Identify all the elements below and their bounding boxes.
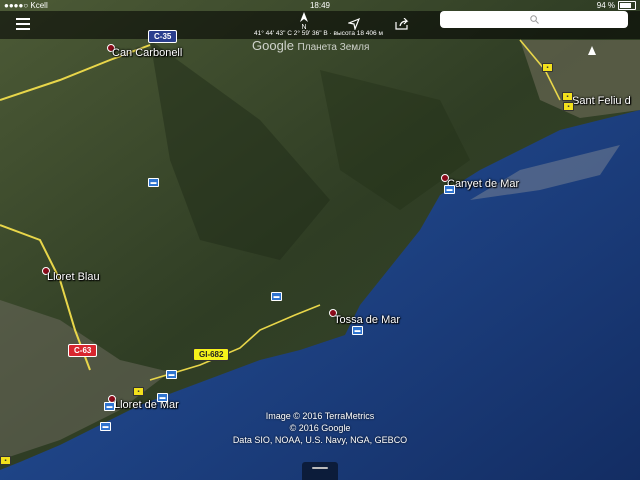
hotel-icon[interactable]: ▬	[166, 370, 177, 379]
info-icon[interactable]: ▬	[444, 185, 455, 194]
coordinates-readout: 41° 44' 43" С 2° 59' 36" В · высота 18 4…	[254, 30, 383, 37]
road-shield-c35: C-35	[148, 30, 178, 43]
status-time: 18:49	[309, 1, 331, 10]
bottom-drawer-handle[interactable]	[302, 462, 338, 480]
info-icon[interactable]: ▬	[352, 326, 363, 335]
road-shield-c63: C-63	[68, 344, 98, 357]
battery-percent: 94 %	[596, 1, 615, 10]
compass-arrow-icon	[300, 12, 308, 22]
search-input[interactable]	[440, 11, 628, 28]
satellite-map[interactable]	[0, 0, 640, 480]
status-bar: ●●●●○ Kcell 18:49 94 %	[0, 0, 640, 11]
attribution-line: Data SIO, NOAA, U.S. Navy, NGA, GEBCO	[232, 435, 408, 445]
compass-rose-icon[interactable]	[586, 44, 598, 62]
info-icon[interactable]: ▬	[100, 422, 111, 431]
place-label-can-carbonell[interactable]: Can Carbonell	[112, 47, 182, 59]
search-icon	[529, 15, 539, 24]
hotel-icon[interactable]: ▬	[271, 292, 282, 301]
poi-icon[interactable]: ▪	[562, 92, 573, 101]
place-label-sant-feliu[interactable]: Sant Feliu d	[572, 95, 631, 107]
attribution-line: Image © 2016 TerraMetrics	[265, 411, 375, 421]
info-icon[interactable]: ▬	[157, 393, 168, 402]
place-label-tossa-de-mar[interactable]: Tossa de Mar	[334, 314, 400, 326]
attribution-line: © 2016 Google	[289, 423, 351, 433]
battery-indicator: 94 %	[597, 0, 636, 11]
menu-icon[interactable]	[12, 13, 34, 35]
poi-icon[interactable]: ▪	[563, 102, 574, 111]
battery-icon	[618, 1, 636, 10]
poi-icon[interactable]: ▪	[542, 63, 553, 72]
road-shield-gi682: GI-682	[193, 348, 230, 361]
brand-earth: Планета Земля	[297, 42, 370, 53]
share-icon[interactable]	[392, 13, 412, 35]
place-label-lloret-blau[interactable]: Lloret Blau	[47, 271, 100, 283]
hotel-icon[interactable]: ▬	[104, 402, 115, 411]
place-label-lloret-de-mar[interactable]: Lloret de Mar	[114, 399, 179, 411]
place-label-canyet-de-mar[interactable]: Canyet de Mar	[447, 178, 519, 190]
hotel-icon[interactable]: ▬	[148, 178, 159, 187]
brand-watermark: Google Планета Земля	[252, 38, 369, 53]
attribution: Image © 2016 TerraMetrics © 2016 Google …	[210, 410, 430, 446]
poi-icon[interactable]: ▪	[0, 456, 11, 465]
brand-google: Google	[252, 38, 294, 53]
poi-icon[interactable]: ▪	[133, 387, 144, 396]
